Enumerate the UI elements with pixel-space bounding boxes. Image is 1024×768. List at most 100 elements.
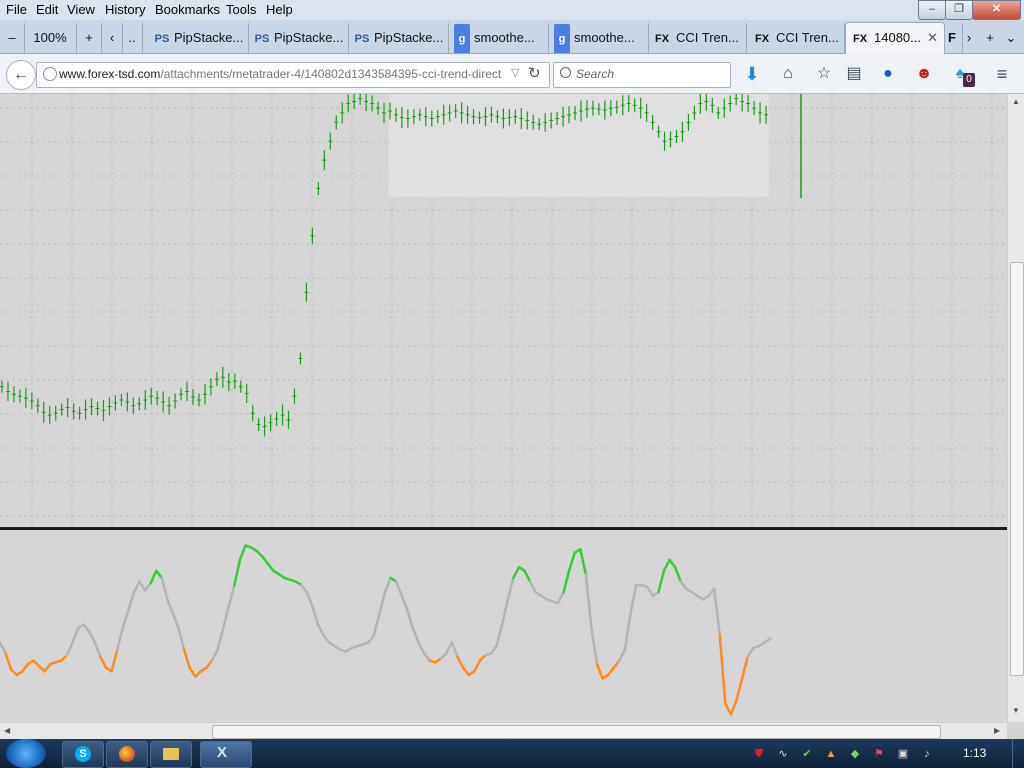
tab-cci-trend-2[interactable]: FX CCI Tren... bbox=[748, 23, 845, 53]
menu-tools[interactable]: Tools bbox=[226, 2, 256, 17]
minimize-button[interactable]: – bbox=[918, 0, 946, 20]
tab-pipstacker-3[interactable]: PS PipStacke... bbox=[348, 23, 449, 53]
chevron-left-icon: ‹ bbox=[109, 30, 115, 45]
back-button[interactable]: ← bbox=[6, 60, 36, 90]
fx-favicon-icon: F bbox=[948, 30, 956, 45]
chevron-right-icon: › bbox=[966, 30, 972, 45]
scroll-tabs-right-button[interactable]: › bbox=[960, 23, 978, 53]
menu-view[interactable]: View bbox=[67, 2, 95, 17]
restore-button[interactable]: ❐ bbox=[945, 0, 973, 20]
indicator-pane-bg bbox=[0, 530, 1007, 722]
volume-icon[interactable]: ♪ bbox=[920, 747, 934, 761]
tab-cci-trend-1[interactable]: FX CCI Tren... bbox=[648, 23, 747, 53]
url-bar[interactable]: www.forex-tsd.com/attachments/metatrader… bbox=[36, 62, 550, 88]
clipboard-icon[interactable]: ▤ bbox=[843, 63, 865, 85]
plus-icon: + bbox=[85, 30, 93, 45]
tab-smoothed-2[interactable]: g smoothe... bbox=[548, 23, 649, 53]
skype-taskbar-button[interactable]: S bbox=[62, 741, 104, 768]
tab-list-menu[interactable]: – bbox=[0, 23, 25, 53]
menu-bookmarks[interactable]: Bookmarks bbox=[155, 2, 220, 17]
scroll-up-icon[interactable]: ▲ bbox=[1012, 97, 1020, 106]
hamburger-menu-icon[interactable]: ≡ bbox=[991, 63, 1013, 85]
addon-eye-icon[interactable]: ● bbox=[877, 63, 899, 85]
menu-file[interactable]: File bbox=[6, 2, 27, 17]
menu-help[interactable]: Help bbox=[266, 2, 293, 17]
menu-edit[interactable]: Edit bbox=[36, 2, 58, 17]
shield-icon[interactable]: ⛊ bbox=[752, 747, 766, 761]
folder-icon bbox=[163, 748, 179, 760]
network-icon[interactable]: ▣ bbox=[896, 747, 910, 761]
firefox-taskbar-button[interactable] bbox=[106, 741, 148, 768]
attachment-image bbox=[0, 94, 1007, 722]
download-icon[interactable]: ⬇ bbox=[741, 63, 763, 85]
xapp-taskbar-button[interactable]: X bbox=[200, 741, 252, 768]
arrow-left-icon: ← bbox=[13, 66, 29, 83]
search-input[interactable]: Search bbox=[576, 67, 614, 81]
tab-label: CCI Tren... bbox=[676, 30, 739, 45]
tray-update-icon[interactable]: ◆ bbox=[848, 747, 862, 761]
show-desktop-button[interactable] bbox=[1012, 739, 1024, 768]
fx-favicon-icon: FX bbox=[754, 33, 770, 45]
tab-label: PipStacke... bbox=[174, 30, 244, 45]
tab-smoothed-1[interactable]: g smoothe... bbox=[448, 23, 549, 53]
home-icon[interactable]: ⌂ bbox=[777, 63, 799, 85]
zoom-level[interactable]: 100% bbox=[24, 23, 77, 53]
search-bar[interactable]: Search bbox=[553, 62, 731, 88]
horizontal-scroll-thumb[interactable] bbox=[212, 725, 941, 739]
pipstacker-favicon-icon: PS bbox=[254, 33, 270, 45]
scroll-tabs-left-button[interactable]: ‹ bbox=[102, 23, 123, 53]
scroll-right-icon[interactable]: ▶ bbox=[994, 726, 1000, 735]
search-icon bbox=[560, 67, 571, 78]
bookmark-star-icon[interactable]: ☆ bbox=[813, 63, 835, 85]
chevron-down-icon: ⌄ bbox=[1005, 30, 1017, 45]
reload-icon[interactable]: ↻ bbox=[528, 64, 541, 82]
firefox-icon bbox=[119, 746, 135, 762]
notification-badge: 0 bbox=[963, 73, 975, 87]
tab-strip: – 100% + ‹ .. PS PipStacke... PS PipStacke… bbox=[0, 20, 1024, 55]
navigation-bar: ← www.forex-tsd.com/attachments/metatrad… bbox=[0, 54, 1024, 94]
clock[interactable]: 1:13 bbox=[963, 746, 986, 760]
scroll-left-icon[interactable]: ◀ bbox=[4, 726, 10, 735]
tab-attachment-active[interactable]: FX 14080... ✕ bbox=[845, 22, 945, 55]
vertical-scrollbar[interactable]: ▲ ▼ bbox=[1007, 94, 1024, 722]
explorer-taskbar-button[interactable] bbox=[150, 741, 192, 768]
scroll-down-icon[interactable]: ▼ bbox=[1012, 706, 1020, 715]
url-text: www.forex-tsd.com/attachments/metatrader… bbox=[59, 67, 509, 81]
tab-pipstacker-2[interactable]: PS PipStacke... bbox=[248, 23, 349, 53]
url-path: /attachments/metatrader-4/140802d1343584… bbox=[160, 67, 502, 81]
tray-check-icon[interactable]: ✔ bbox=[800, 747, 814, 761]
new-tab-button[interactable]: + bbox=[980, 23, 1000, 53]
close-tab-icon[interactable]: ✕ bbox=[927, 23, 938, 53]
horizontal-scrollbar[interactable]: ◀ ▶ bbox=[0, 722, 1007, 740]
tab-hidden[interactable]: .. bbox=[122, 23, 143, 53]
taskbar: S X ⛊ ∿ ✔ ▲ ◆ ⚑ ▣ ♪ 1:13 bbox=[0, 739, 1024, 768]
close-window-button[interactable]: ✕ bbox=[972, 0, 1021, 20]
chart-image bbox=[0, 94, 1007, 722]
skype-icon: S bbox=[75, 746, 91, 762]
tab-label: PipStacke... bbox=[374, 30, 444, 45]
zoom-in-button[interactable]: + bbox=[77, 23, 102, 53]
tab-label: 14080... bbox=[874, 30, 921, 45]
dropdown-arrow-icon[interactable]: ▽ bbox=[511, 66, 519, 79]
fx-favicon-icon: FX bbox=[852, 33, 868, 45]
zoom-label: 100% bbox=[33, 30, 67, 45]
x-app-icon: X bbox=[217, 744, 228, 761]
minus-icon: – bbox=[8, 30, 16, 45]
tray-security-icon[interactable]: ▲ bbox=[824, 747, 838, 761]
start-button[interactable] bbox=[6, 739, 46, 768]
tab-label: CCI Tren... bbox=[776, 30, 839, 45]
list-all-tabs-button[interactable]: ⌄ bbox=[1002, 23, 1020, 53]
vertical-scroll-thumb[interactable] bbox=[1010, 262, 1024, 676]
tray-tool-icon[interactable]: ∿ bbox=[776, 747, 790, 761]
plus-icon: + bbox=[986, 30, 994, 45]
menu-history[interactable]: History bbox=[105, 2, 145, 17]
menu-bar: File Edit View History Bookmarks Tools H… bbox=[0, 0, 1024, 20]
pipstacker-favicon-icon: PS bbox=[354, 33, 370, 45]
globe-icon bbox=[43, 67, 57, 81]
tab-label: smoothe... bbox=[474, 30, 535, 45]
tab-pipstacker-1[interactable]: PS PipStacke... bbox=[148, 23, 249, 53]
fx-favicon-icon: FX bbox=[654, 33, 670, 45]
addon-face-icon[interactable]: ☻ bbox=[913, 63, 935, 85]
tray-flag-icon[interactable]: ⚑ bbox=[872, 747, 886, 761]
google-favicon-icon: g bbox=[454, 24, 470, 53]
